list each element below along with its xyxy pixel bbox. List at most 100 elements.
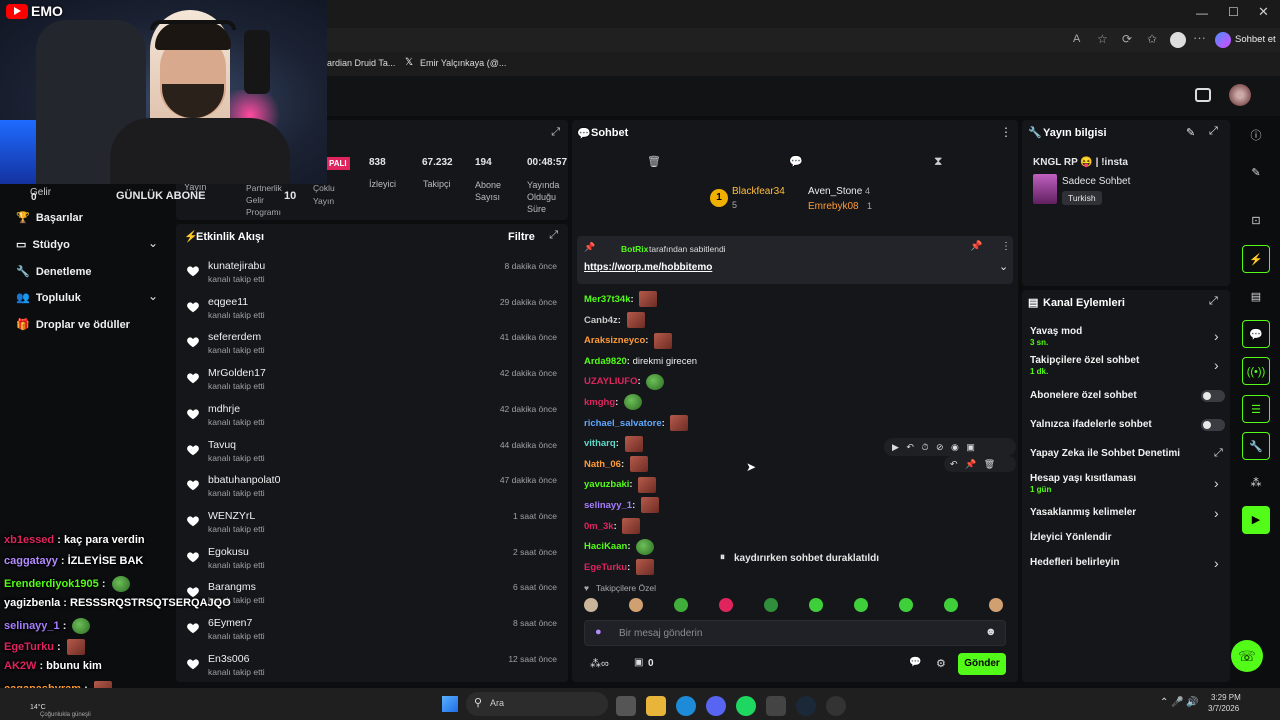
- sidebar-item-achievements[interactable]: 🏆 Başarılar: [16, 211, 83, 224]
- file-explorer-icon[interactable]: [646, 696, 666, 716]
- category-name[interactable]: Sadece Sohbet: [1062, 176, 1130, 187]
- emote-icon[interactable]: [670, 415, 689, 432]
- emote-icon[interactable]: [622, 518, 641, 535]
- activity-event[interactable]: eqgee11 kanalı takip etti 29 dakika önce: [180, 292, 565, 326]
- expand-icon[interactable]: ⤢: [549, 229, 558, 242]
- emote-icon[interactable]: [626, 312, 645, 329]
- minimize-button[interactable]: —: [1196, 6, 1208, 20]
- expand-icon[interactable]: ⤢: [1209, 125, 1218, 138]
- chat-message[interactable]: Nath_06:: [584, 456, 648, 474]
- chat-message[interactable]: vitharq:: [584, 435, 643, 453]
- chat-message[interactable]: 0m_3k:: [584, 518, 641, 536]
- chat-username[interactable]: EgeTurku: [584, 562, 627, 573]
- taskbar-search[interactable]: ⚲ Ara: [466, 692, 608, 716]
- chevron-right-icon[interactable]: ›: [1214, 505, 1219, 521]
- chat-message[interactable]: HaciKaan:: [584, 538, 655, 556]
- more-options-icon[interactable]: ···: [1193, 30, 1206, 45]
- emote-icon[interactable]: [629, 598, 643, 612]
- favorites-list-icon[interactable]: ✩: [1147, 32, 1157, 46]
- chat-message[interactable]: UZAYLIUFO:: [584, 373, 665, 391]
- event-username[interactable]: En3s006: [208, 653, 249, 665]
- chevron-down-icon[interactable]: ⌄: [148, 289, 158, 303]
- channel-action-item[interactable]: Hesap yaşı kısıtlaması 1 gün: [1030, 473, 1136, 494]
- chat-username[interactable]: Nath_06: [584, 459, 621, 470]
- event-username[interactable]: Egokusu: [208, 546, 249, 558]
- event-username[interactable]: Barangms: [208, 581, 256, 593]
- task-view-icon[interactable]: [616, 696, 636, 716]
- emote-icon[interactable]: [654, 332, 673, 349]
- chat-username[interactable]: Araksizneyco: [584, 335, 645, 346]
- favorite-icon[interactable]: ☆: [1097, 32, 1108, 46]
- chat-message[interactable]: selinayy_1:: [584, 497, 659, 515]
- spotify-icon[interactable]: [736, 696, 756, 716]
- expand-icon[interactable]: ⤢: [551, 126, 560, 139]
- info-icon[interactable]: ⓘ: [1242, 122, 1270, 150]
- terminal-icon[interactable]: [766, 696, 786, 716]
- chat-username[interactable]: Mer37t34k: [584, 294, 630, 305]
- chat-username[interactable]: yavuzbaki: [584, 479, 629, 490]
- settings-icon[interactable]: ⚙: [936, 657, 946, 670]
- chevron-right-icon[interactable]: ›: [1214, 475, 1219, 491]
- group-icon[interactable]: ⁂: [1242, 469, 1270, 497]
- chat-message[interactable]: yavuzbaki:: [584, 476, 657, 494]
- bookmark-1[interactable]: ardian Druid Ta...: [327, 58, 395, 68]
- channel-action-item[interactable]: Abonelere özel sohbet: [1030, 390, 1137, 401]
- infinity-icon[interactable]: ⁂∞: [590, 657, 609, 670]
- chat-username[interactable]: UZAYLIUFO: [584, 376, 637, 387]
- channel-action-item[interactable]: Yasaklanmış kelimeler: [1030, 507, 1136, 518]
- maximize-button[interactable]: ☐: [1228, 5, 1239, 19]
- activity-event[interactable]: Tavuq kanalı takip etti 44 dakika önce: [180, 435, 565, 469]
- chat-paused-notice[interactable]: kaydırırken sohbet duraklatıldı: [734, 553, 879, 564]
- chat-username[interactable]: 0m_3k: [584, 521, 614, 532]
- chevron-down-icon[interactable]: ⌄: [148, 236, 158, 250]
- emote-icon[interactable]: [623, 394, 642, 411]
- broadcast-icon[interactable]: ((•)): [1242, 357, 1270, 385]
- chevron-right-icon[interactable]: ›: [1214, 555, 1219, 571]
- leader-3-name[interactable]: Emrebyk08: [808, 201, 859, 212]
- leader-2-name[interactable]: Aven_Stone: [808, 186, 862, 197]
- channel-action-item[interactable]: Yalnızca ifadelerle sohbet: [1030, 419, 1152, 430]
- chat-menu-icon[interactable]: ⋮: [1000, 125, 1012, 139]
- emote-icon[interactable]: [719, 598, 733, 612]
- chat-copilot-button[interactable]: Sohbet et: [1235, 34, 1276, 45]
- emote-icon[interactable]: [624, 435, 643, 452]
- chat-input[interactable]: ● Bir mesaj gönderin ☻: [584, 620, 1006, 646]
- hourglass-icon[interactable]: ⧗: [934, 154, 942, 169]
- emote-icon[interactable]: [944, 598, 958, 612]
- chat-message[interactable]: Arda9820: direkmi girecen: [584, 353, 697, 371]
- mod-actions[interactable]: ▶ ↶ ⏱ ⊘ ◉ ▣: [884, 438, 1016, 456]
- media-icon[interactable]: ▶: [1242, 506, 1270, 534]
- chat-username[interactable]: HaciKaan: [584, 541, 627, 552]
- channel-action-item[interactable]: Yapay Zeka ile Sohbet Denetimi: [1030, 448, 1180, 459]
- activity-event[interactable]: mdhrje kanalı takip etti 42 dakika önce: [180, 399, 565, 433]
- chat-message[interactable]: EgeTurku:: [584, 559, 654, 577]
- clock-time[interactable]: 3:29 PM: [1211, 693, 1241, 702]
- chat-icon[interactable]: 💬: [789, 155, 803, 168]
- filter-button[interactable]: Filtre: [508, 231, 535, 243]
- emoji-icon[interactable]: ☻: [985, 626, 997, 638]
- emote-icon[interactable]: [584, 598, 598, 612]
- expand-icon[interactable]: ⤢: [1209, 295, 1218, 308]
- lightning-icon[interactable]: ⚡: [1242, 245, 1270, 273]
- sidebar-item-studio[interactable]: ▭ Stüdyo: [16, 238, 70, 251]
- chat-icon[interactable]: 💬: [1242, 320, 1270, 348]
- leader-1-name[interactable]: Blackfear34: [732, 186, 785, 197]
- pinned-link[interactable]: https://worp.me/hobbitemo: [584, 262, 712, 273]
- sidebar-item-drops[interactable]: 🎁 Droplar ve ödüller: [16, 318, 130, 331]
- read-aloud-icon[interactable]: A: [1073, 33, 1080, 45]
- emote-icon[interactable]: [899, 598, 913, 612]
- channel-action-item[interactable]: Yavaş mod 3 sn.: [1030, 326, 1082, 347]
- chevron-right-icon[interactable]: ›: [1214, 328, 1219, 344]
- event-username[interactable]: WENZYrL: [208, 510, 255, 522]
- event-username[interactable]: 6Eymen7: [208, 617, 252, 629]
- user-avatar[interactable]: [1229, 84, 1251, 106]
- chat-username[interactable]: kmghg: [584, 397, 615, 408]
- channel-action-item[interactable]: Takipçilere özel sohbet 1 dk.: [1030, 355, 1139, 376]
- emote-icon[interactable]: [989, 598, 1003, 612]
- emote-icon[interactable]: [764, 598, 778, 612]
- wrench-icon[interactable]: 🔧: [1242, 432, 1270, 460]
- event-username[interactable]: bbatuhanpolat0: [208, 474, 280, 486]
- emote-icon[interactable]: [809, 598, 823, 612]
- emote-icon[interactable]: [640, 497, 659, 514]
- profile-avatar[interactable]: [1170, 32, 1186, 48]
